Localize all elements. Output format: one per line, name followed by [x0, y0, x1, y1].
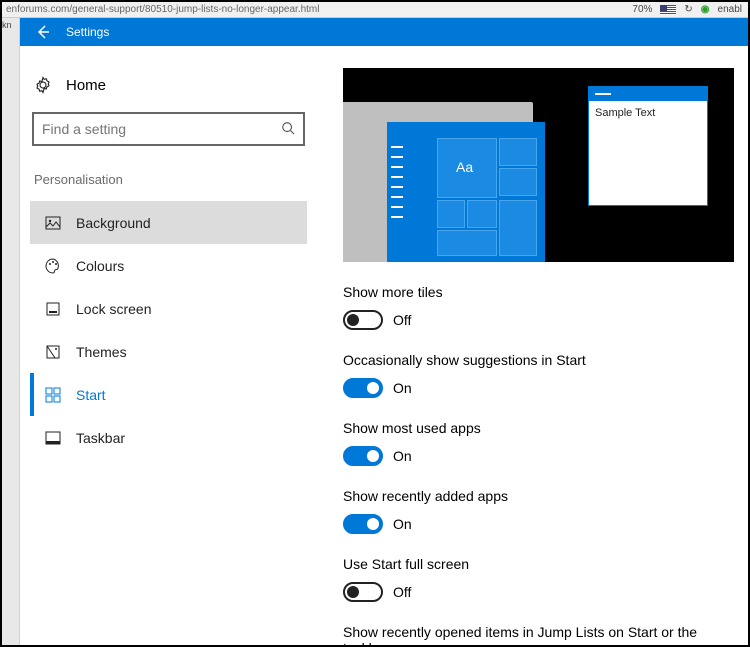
- setting-suggestions: Occasionally show suggestions in Start O…: [343, 352, 734, 398]
- back-button[interactable]: [28, 18, 58, 46]
- home-button[interactable]: Home: [30, 70, 307, 106]
- toggle-state: On: [393, 380, 412, 396]
- setting-more-tiles: Show more tiles Off: [343, 284, 734, 330]
- setting-jump-lists: Show recently opened items in Jump Lists…: [343, 624, 734, 645]
- sidebar-item-taskbar[interactable]: Taskbar: [30, 416, 307, 459]
- settings-window: Settings Home Personalisation: [20, 18, 748, 645]
- toggle-more-tiles[interactable]: [343, 310, 383, 330]
- sidebar-item-background[interactable]: Background: [30, 201, 307, 244]
- toggle-full-screen[interactable]: [343, 582, 383, 602]
- refresh-icon[interactable]: ↻: [684, 4, 692, 15]
- background-window-sliver: kn: [2, 18, 20, 645]
- setting-full-screen: Use Start full screen Off: [343, 556, 734, 602]
- zoom-level: 70%: [632, 4, 652, 15]
- url-fragment: enforums.com/general-support/80510-jump-…: [6, 4, 320, 15]
- flag-icon: [660, 5, 676, 15]
- toggle-recent-apps[interactable]: [343, 514, 383, 534]
- setting-label: Show recently opened items in Jump Lists…: [343, 624, 734, 645]
- setting-label: Show more tiles: [343, 284, 734, 300]
- search-icon: [281, 121, 295, 138]
- sample-window: Sample Text: [588, 86, 708, 206]
- titlebar: Settings: [20, 18, 748, 46]
- search-field[interactable]: [42, 121, 281, 137]
- start-icon: [44, 386, 62, 404]
- toggle-state: Off: [393, 312, 411, 328]
- enable-extension-icon[interactable]: ◉: [701, 4, 710, 15]
- toggle-most-used[interactable]: [343, 446, 383, 466]
- taskbar-icon: [44, 429, 62, 447]
- home-label: Home: [66, 77, 106, 94]
- nav-label: Themes: [76, 344, 127, 360]
- nav-label: Lock screen: [76, 301, 151, 317]
- nav-label: Colours: [76, 258, 124, 274]
- start-preview: Sample Text: [343, 68, 734, 262]
- toggle-suggestions[interactable]: [343, 378, 383, 398]
- setting-label: Occasionally show suggestions in Start: [343, 352, 734, 368]
- toggle-state: On: [393, 516, 412, 532]
- sidebar-item-start[interactable]: Start: [30, 373, 307, 416]
- main-panel: Sample Text Show more tiles Off Occasion…: [325, 46, 748, 645]
- setting-label: Use Start full screen: [343, 556, 734, 572]
- setting-recent-apps: Show recently added apps On: [343, 488, 734, 534]
- setting-most-used: Show most used apps On: [343, 420, 734, 466]
- search-input[interactable]: [32, 112, 305, 146]
- sidebar-item-colours[interactable]: Colours: [30, 244, 307, 287]
- browser-chrome: enforums.com/general-support/80510-jump-…: [2, 2, 748, 18]
- setting-label: Show recently added apps: [343, 488, 734, 504]
- enable-label: enabl: [718, 4, 742, 15]
- setting-label: Show most used apps: [343, 420, 734, 436]
- sidebar-item-themes[interactable]: Themes: [30, 330, 307, 373]
- window-title: Settings: [66, 25, 109, 39]
- palette-icon: [44, 257, 62, 275]
- sidebar: Home Personalisation Background Colo: [20, 46, 325, 645]
- nav-label: Start: [76, 387, 106, 403]
- arrow-left-icon: [35, 24, 51, 40]
- nav-label: Background: [76, 215, 151, 231]
- themes-icon: [44, 343, 62, 361]
- section-label: Personalisation: [34, 172, 307, 187]
- toggle-state: On: [393, 448, 412, 464]
- gear-icon: [34, 76, 52, 94]
- sidebar-item-lockscreen[interactable]: Lock screen: [30, 287, 307, 330]
- toggle-state: Off: [393, 584, 411, 600]
- nav-label: Taskbar: [76, 430, 125, 446]
- lockscreen-icon: [44, 300, 62, 318]
- picture-icon: [44, 214, 62, 232]
- sample-text: Sample Text: [589, 101, 707, 125]
